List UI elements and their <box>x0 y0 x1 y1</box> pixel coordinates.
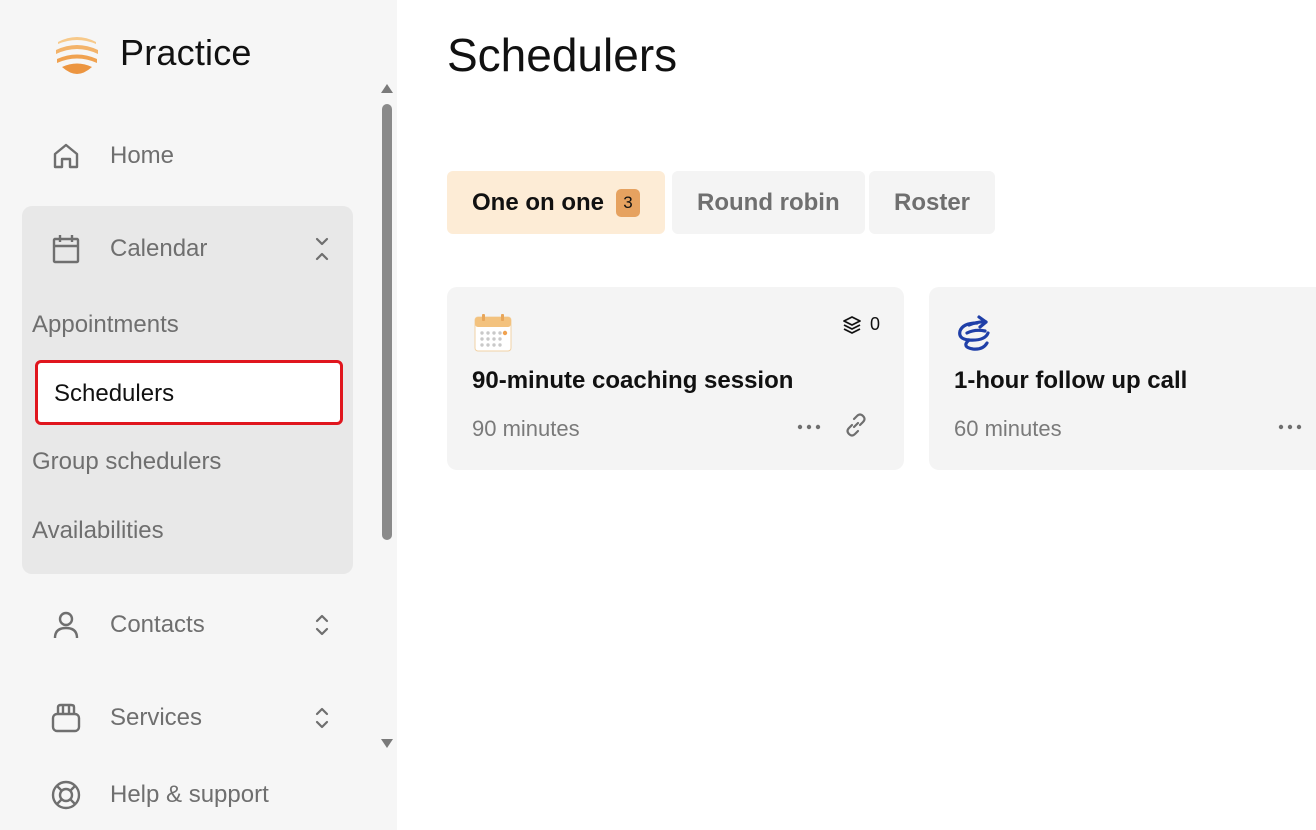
scheduler-card[interactable]: 1-hour follow up call 60 minutes <box>929 287 1316 470</box>
sidebar-item-home[interactable]: Home <box>22 126 353 186</box>
scroll-up-arrow-icon[interactable] <box>381 84 393 93</box>
more-options-icon[interactable] <box>796 415 822 439</box>
more-options-icon[interactable] <box>1277 415 1303 439</box>
layers-icon <box>843 315 861 334</box>
sidebar-item-label: Contacts <box>110 611 205 638</box>
brand-name: Practice <box>120 32 252 73</box>
copy-link-icon[interactable] <box>842 411 870 439</box>
tab-label: Roster <box>894 188 971 216</box>
scrollbar-thumb[interactable] <box>382 104 392 540</box>
card-duration: 90 minutes <box>472 416 580 441</box>
page-title: Schedulers <box>447 29 678 81</box>
sidebar-item-help[interactable]: Help & support <box>22 765 353 825</box>
sidebar-subitem-label: Schedulers <box>54 380 175 407</box>
sunrise-logo-icon <box>56 37 98 74</box>
sidebar-subitem-appointments[interactable]: Appointments <box>32 311 179 339</box>
tab-one-on-one[interactable]: One on one 3 <box>447 171 665 234</box>
card-title: 1-hour follow up call <box>954 367 1188 394</box>
layers-count: 0 <box>842 314 880 335</box>
collapse-chevron-icon[interactable] <box>311 234 333 264</box>
main-content: Schedulers One on one 3 Round robin Rost… <box>397 0 1316 830</box>
sidebar-item-services[interactable]: Services <box>22 688 353 748</box>
calendar-icon <box>50 233 82 265</box>
scroll-down-arrow-icon[interactable] <box>381 739 393 748</box>
sidebar: Practice Home Calendar Appointments Sche… <box>0 0 397 830</box>
tab-round-robin[interactable]: Round robin <box>672 171 865 234</box>
sidebar-subitem-availabilities[interactable]: Availabilities <box>32 517 164 545</box>
lifebuoy-icon <box>50 779 82 811</box>
card-duration: 60 minutes <box>954 416 1062 441</box>
expand-chevron-icon[interactable] <box>311 610 333 640</box>
brand[interactable]: Practice <box>54 30 252 76</box>
calendar-grid-icon <box>474 314 512 352</box>
sidebar-item-label: Home <box>110 142 175 169</box>
sidebar-subitem-schedulers[interactable]: Schedulers <box>35 360 343 425</box>
tab-roster[interactable]: Roster <box>869 171 996 234</box>
scheduler-card[interactable]: 0 90-minute coaching session 90 minutes <box>447 287 904 470</box>
services-icon <box>50 702 82 734</box>
count-badge: 3 <box>616 188 640 217</box>
person-icon <box>50 609 82 641</box>
expand-chevron-icon[interactable] <box>311 703 333 733</box>
sidebar-item-label: Services <box>110 704 203 731</box>
sidebar-item-calendar[interactable]: Calendar <box>22 219 353 279</box>
sidebar-scrollbar[interactable] <box>378 82 397 750</box>
card-title: 90-minute coaching session <box>472 367 794 394</box>
sidebar-item-label: Help & support <box>110 781 269 808</box>
tab-label: One on one <box>472 188 604 216</box>
tab-label: Round robin <box>697 188 840 216</box>
layers-count-value: 0 <box>869 314 880 334</box>
spiral-arrow-icon <box>958 315 990 351</box>
home-icon <box>50 140 82 172</box>
sidebar-subitem-group-schedulers[interactable]: Group schedulers <box>32 448 221 476</box>
sidebar-item-contacts[interactable]: Contacts <box>22 595 353 655</box>
sidebar-item-label: Calendar <box>110 235 208 262</box>
